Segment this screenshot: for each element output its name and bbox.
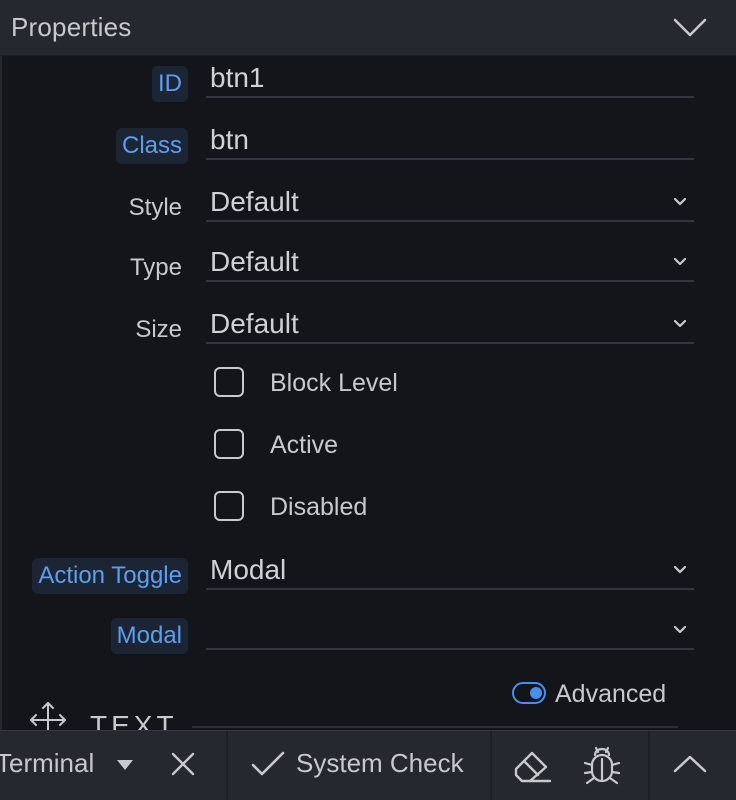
field-row-type: Type Default [0,242,736,302]
system-check-button[interactable]: System Check [296,748,464,779]
field-row-size: Size Default [0,304,736,364]
checkbox-label: Disabled [270,493,368,521]
field-row-style: Style Default [0,182,736,242]
checkbox-label: Active [270,431,339,459]
section-divider [192,726,678,728]
class-input[interactable]: btn [206,120,694,160]
chevron-down-icon [673,257,687,266]
toggle-knob [530,687,542,699]
checkmark-icon[interactable] [250,749,286,779]
bottom-toolbar: Terminal System Check [0,730,736,800]
modal-select[interactable] [206,610,694,650]
checkbox-row-active[interactable]: Active [212,425,612,465]
chevron-down-icon [673,625,687,634]
properties-window: Properties ID btn1 Class btn Style Defau… [0,0,736,800]
size-select-value: Default [210,308,299,339]
id-input[interactable]: btn1 [206,58,694,98]
caret-down-icon[interactable] [116,759,134,771]
section-label: TEXT [90,710,178,730]
eraser-icon[interactable] [512,747,552,783]
bug-icon[interactable] [582,743,622,787]
type-select-value: Default [210,246,299,277]
id-input-value: btn1 [210,62,265,93]
terminal-tab-label[interactable]: Terminal [0,748,94,779]
toolbar-divider [648,731,650,800]
chevron-down-icon [673,197,687,206]
move-icon[interactable] [28,700,68,730]
active-checkbox[interactable] [214,429,244,459]
toolbar-divider [490,731,492,800]
field-label-size: Size [135,316,182,343]
checkbox-label: Block Level [270,369,398,397]
field-row-action-toggle: Action Toggle Modal [0,550,736,610]
field-label-action-toggle[interactable]: Action Toggle [32,558,188,594]
field-label-class[interactable]: Class [115,128,188,164]
type-select[interactable]: Default [206,242,694,282]
size-select[interactable]: Default [206,304,694,344]
field-label-id[interactable]: ID [152,66,188,102]
chevron-up-icon[interactable] [672,753,708,775]
action-toggle-select-value: Modal [210,554,287,585]
field-label-style: Style [128,194,182,221]
text-section-header[interactable]: TEXT [28,700,688,730]
style-select-value: Default [210,186,299,217]
chevron-down-icon [673,319,687,328]
chevron-down-icon[interactable] [672,16,708,38]
checkbox-row-block-level[interactable]: Block Level [212,363,612,403]
close-icon[interactable] [170,751,196,777]
toolbar-divider [226,731,228,800]
action-toggle-select[interactable]: Modal [206,550,694,590]
field-label-type: Type [129,254,182,281]
chevron-down-icon [673,565,687,574]
properties-header[interactable]: Properties [0,0,736,56]
field-row-modal: Modal [0,610,736,670]
class-input-value: btn [210,124,249,155]
style-select[interactable]: Default [206,182,694,222]
field-label-modal[interactable]: Modal [110,618,188,654]
block-level-checkbox[interactable] [214,367,244,397]
checkbox-row-disabled[interactable]: Disabled [212,487,612,527]
disabled-checkbox[interactable] [214,491,244,521]
field-row-class: Class btn [0,120,736,180]
field-row-id: ID btn1 [0,58,736,118]
panel-title: Properties [11,12,132,42]
